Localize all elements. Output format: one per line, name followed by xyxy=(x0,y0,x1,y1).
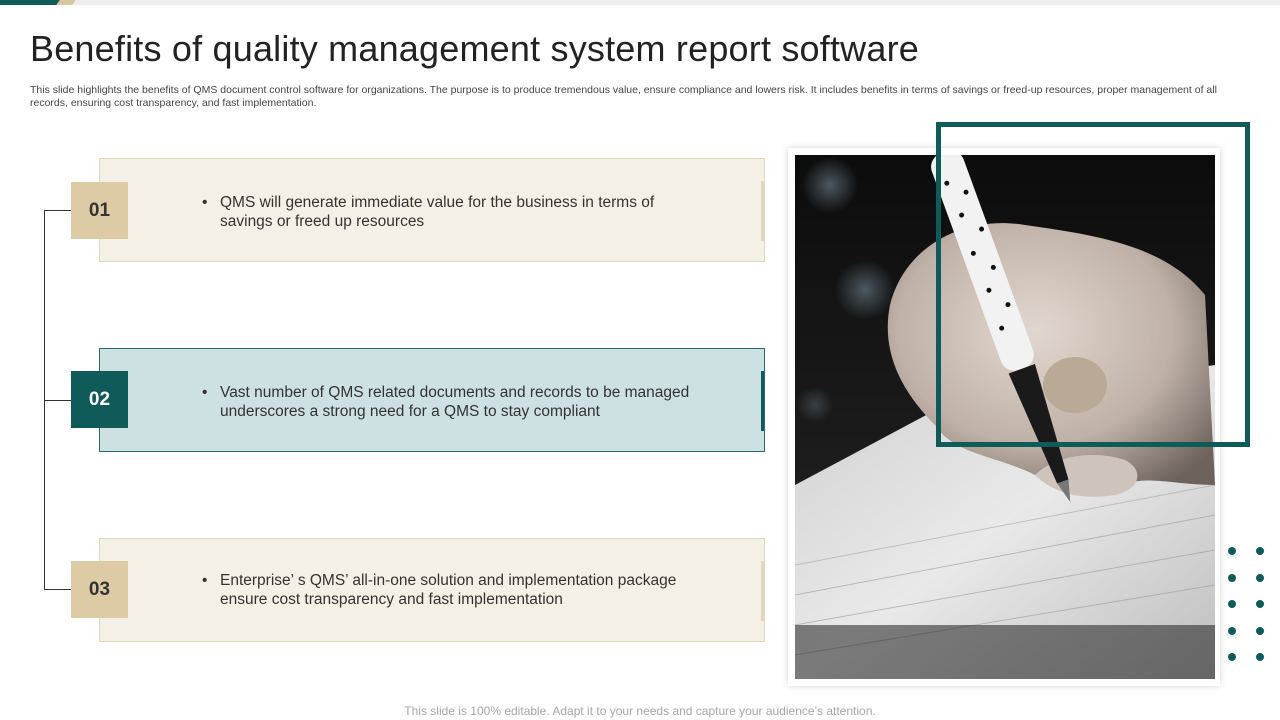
slide-footer-note: This slide is 100% editable. Adapt it to… xyxy=(404,704,876,718)
benefit-text-2: • Vast number of QMS related documents a… xyxy=(200,383,700,421)
bullet-icon: • xyxy=(202,194,208,211)
benefit-text-3-content: Enterprise’ s QMS’ all-in-one solution a… xyxy=(220,572,677,608)
benefit-number-3: 03 xyxy=(71,561,128,618)
card-edge-accent xyxy=(761,371,764,431)
decorative-dot-grid xyxy=(1228,547,1264,661)
benefit-text-1-content: QMS will generate immediate value for th… xyxy=(220,194,655,230)
benefit-text-2-content: Vast number of QMS related documents and… xyxy=(220,384,690,420)
connector-tick-1 xyxy=(44,210,71,211)
slide-title: Benefits of quality management system re… xyxy=(30,28,920,69)
bullet-icon: • xyxy=(202,572,208,589)
benefit-card-3: • Enterprise’ s QMS’ all-in-one solution… xyxy=(99,538,765,642)
benefit-number-2: 02 xyxy=(71,371,128,428)
bullet-icon: • xyxy=(202,384,208,401)
benefit-card-2: • Vast number of QMS related documents a… xyxy=(99,348,765,452)
top-bar-accent xyxy=(0,0,60,5)
card-edge-accent xyxy=(761,561,764,621)
benefit-text-3: • Enterprise’ s QMS’ all-in-one solution… xyxy=(200,571,700,609)
benefit-text-1: • QMS will generate immediate value for … xyxy=(200,193,700,231)
connector-tick-3 xyxy=(44,589,71,590)
top-bar xyxy=(0,0,1280,5)
benefit-number-1: 01 xyxy=(71,182,128,239)
connector-tick-2 xyxy=(44,400,71,401)
card-edge-accent xyxy=(761,181,764,241)
slide-subtitle: This slide highlights the benefits of QM… xyxy=(30,84,1217,109)
benefit-card-1: • QMS will generate immediate value for … xyxy=(99,158,765,262)
decorative-outline-frame xyxy=(936,122,1250,447)
